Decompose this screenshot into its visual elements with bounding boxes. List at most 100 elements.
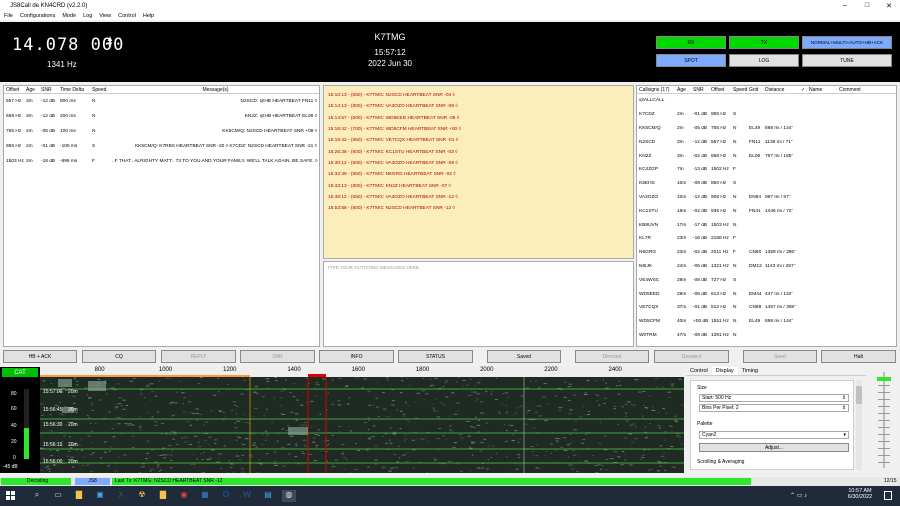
directed-button[interactable]: Directed <box>575 350 649 363</box>
col-distance[interactable]: Distance <box>765 87 801 93</box>
status-button[interactable]: STATUS <box>398 350 473 363</box>
scrollbar-thumb[interactable] <box>856 386 862 404</box>
radiation-app-icon[interactable]: ☢ <box>135 490 149 502</box>
start-spinbox[interactable]: Start: 500 Hz ⇕ <box>699 394 849 402</box>
hb-ack-button[interactable]: HB + ACK <box>3 350 77 363</box>
windows-start-icon[interactable] <box>6 491 15 500</box>
taskbar-clock[interactable]: 10:57 AM 6/30/2022 <box>845 488 875 500</box>
callsign-row[interactable]: K5EHS 10m -08 dB 850 Hz S <box>637 177 896 191</box>
menu-control[interactable]: Control <box>118 13 136 19</box>
callsign-row[interactable]: KK5CM/Q 2m -05 dB 765 Hz N EL49 698 mi / 144° <box>637 122 896 136</box>
chrome-icon[interactable]: ◉ <box>177 490 191 502</box>
bins-spinbox[interactable]: Bins Per Pixel: 2 ⇕ <box>699 404 849 412</box>
callsign-row[interactable]: N6IJK 24m -06 dB 1321 Hz N DM12 1143 mi / 257° <box>637 260 896 274</box>
send-button[interactable]: Send <box>743 350 817 363</box>
outgoing-message-box[interactable]: TYPE YOUR OUTGOING MESSAGES HERE. <box>323 261 634 347</box>
menu-configurations[interactable]: Configurations <box>20 13 55 19</box>
callsign-row[interactable]: K7CDZ 2m -01 dB 955 Hz S <box>637 108 896 122</box>
rx-button[interactable]: RX <box>656 36 726 49</box>
file-explorer-icon[interactable]: ▇ <box>72 490 86 502</box>
menu-view[interactable]: View <box>99 13 111 19</box>
spot-button[interactable]: SPOT <box>656 54 726 67</box>
frequency-spinner-icon[interactable]: ▲ ▼ <box>106 35 114 49</box>
callsign-row[interactable]: KL7R 23m -16 dB 2168 Hz F <box>637 232 896 246</box>
log-button[interactable]: LOG <box>729 54 799 67</box>
activity-row[interactable]: 557 Hz 3m -12 dB 800 ms N N2SCD: @HB HEARTBEA… <box>4 94 319 109</box>
col-age[interactable]: Age <box>26 87 41 93</box>
cq-button[interactable]: CQ <box>82 350 156 363</box>
minimize-button[interactable]: – <box>834 2 856 10</box>
callsign-row[interactable]: W0TRM 47m -08 dB 1391 Hz N <box>637 329 896 343</box>
tx-offset-marker[interactable] <box>308 374 326 377</box>
menu-log[interactable]: Log <box>83 13 92 19</box>
col-callsign[interactable]: Callsigns (17) <box>637 87 677 93</box>
frequency-ruler[interactable]: 800 1000 1200 1400 1600 1800 2000 2200 2400 <box>40 367 684 377</box>
js8call-icon[interactable]: ◍ <box>282 490 296 502</box>
waterfall-display[interactable]: 15:57:00 20m 15:56:45 20m 15:56:30 20m 15:56:1… <box>40 367 684 473</box>
callsign-row[interactable]: N2SCD 3m -12 dB 557 Hz N FN11 1135 mi / 71° <box>637 135 896 149</box>
output-level-slider[interactable] <box>868 367 900 473</box>
panel-scrollbar[interactable] <box>856 380 862 470</box>
outlook-icon[interactable]: O <box>219 490 233 502</box>
snr-button[interactable]: SNR <box>240 350 315 363</box>
notification-icon[interactable] <box>884 491 892 500</box>
halt-button[interactable]: Halt <box>821 350 896 363</box>
col-time-delta[interactable]: Time Delta <box>60 87 92 93</box>
maximize-button[interactable]: □ <box>856 2 878 10</box>
menu-file[interactable]: File <box>4 13 13 19</box>
store-icon[interactable]: ▤ <box>261 490 275 502</box>
activity-row[interactable]: 1503 Hz 2m -18 dB -699 ms F ..F THAT.. ALRIGH… <box>4 154 319 169</box>
close-button[interactable]: ✕ <box>878 2 900 10</box>
col-name[interactable]: Name <box>809 87 839 93</box>
callsign-row[interactable]: VE7CQX 37m -01 dB 512 Hz N CN88 1457 mi / 308° <box>637 301 896 315</box>
activity-row[interactable]: 955 Hz 2m -01 dB -100 ms S KK5CM/Q: K7RBS HEA… <box>4 139 319 154</box>
callsign-row[interactable]: WD5CFM 40m +00 dB 1551 Hz N EL49 698 mi / 144° <box>637 315 896 329</box>
palette-select[interactable]: Cyan2 ▾ <box>699 431 849 439</box>
search-icon[interactable]: ⌕ <box>30 490 44 502</box>
col-grid[interactable]: Grid <box>749 87 765 93</box>
col-speed[interactable]: Speed <box>92 87 112 93</box>
callsign-row[interactable]: KB8UVN 17m -17 dB 1503 Hz N <box>637 218 896 232</box>
mode-button[interactable]: NORMAL+MULTI+AUTO+HB+ACK <box>802 36 892 49</box>
deselect-button[interactable]: Deselect <box>654 350 729 363</box>
info-button[interactable]: INFO <box>319 350 394 363</box>
reply-button[interactable]: REPLY <box>161 350 236 363</box>
task-view-icon[interactable]: ▭ <box>51 490 65 502</box>
callsign-row[interactable]: KC4ZGP 7m -13 dB 1502 Hz F <box>637 163 896 177</box>
callsign-row[interactable]: @ALLCALL <box>637 94 896 108</box>
activity-row[interactable]: 765 Hz 2m -05 dB 100 ms N KK5CM/Q: N2SCD HEAR… <box>4 124 319 139</box>
slider-handle[interactable] <box>877 377 891 381</box>
col-check[interactable]: ✓ <box>801 87 809 93</box>
tab-display[interactable]: Display <box>711 367 738 375</box>
callsign-row[interactable]: KC1STU 16m -02 dB 935 Hz N FN41 1446 mi / 72° <box>637 204 896 218</box>
tune-button[interactable]: TUNE <box>802 54 892 67</box>
tray-icons[interactable]: ⌃ ▭ ♪ <box>790 492 807 499</box>
col-snr[interactable]: SNR <box>693 87 711 93</box>
col-offset[interactable]: Offset <box>711 87 733 93</box>
callsign-row[interactable]: WD5EED 29m -08 dB 613 Hz N EM44 447 mi / 119° <box>637 287 896 301</box>
saved-button[interactable]: Saved <box>487 350 561 363</box>
cat-indicator[interactable]: CAT <box>2 368 38 377</box>
excel-icon[interactable]: X <box>114 490 128 502</box>
menu-help[interactable]: Help <box>143 13 154 19</box>
activity-row[interactable]: 658 Hz 3m -12 dB 200 ms N KN2Z: @HB HEARTBEAT… <box>4 109 319 124</box>
col-age[interactable]: Age <box>677 87 693 93</box>
tab-timing[interactable]: Timing <box>738 367 762 375</box>
col-snr[interactable]: SNR <box>41 87 60 93</box>
tx-button[interactable]: TX <box>729 36 799 49</box>
menu-mode[interactable]: Mode <box>62 13 76 19</box>
callsign-row[interactable]: VE4WSC 28m -08 dB 727 Hz S <box>637 273 896 287</box>
col-messages[interactable]: Message(s) <box>112 87 319 93</box>
callsign-row[interactable]: KN2Z 3m -02 dB 658 Hz N EL06 767 mi / 185° <box>637 149 896 163</box>
word-icon[interactable]: W <box>240 490 254 502</box>
adjust-button[interactable]: Adjust... <box>699 443 849 452</box>
col-speed[interactable]: Speed <box>733 87 749 93</box>
app-icon[interactable]: ▣ <box>93 490 107 502</box>
col-comment[interactable]: Comment <box>839 87 896 93</box>
tab-control[interactable]: Control <box>686 367 712 375</box>
callsign-row[interactable]: N6GRG 23m -02 dB 2011 Hz F CN80 1358 mi / 286° <box>637 246 896 260</box>
col-offset[interactable]: Offset <box>4 87 26 93</box>
folder-icon[interactable]: ▇ <box>156 490 170 502</box>
callsign-row[interactable]: VA3OZO 10m -12 dB 908 Hz N EN84 987 mi / 57° <box>637 191 896 205</box>
virtualbox-icon[interactable]: ▦ <box>198 490 212 502</box>
